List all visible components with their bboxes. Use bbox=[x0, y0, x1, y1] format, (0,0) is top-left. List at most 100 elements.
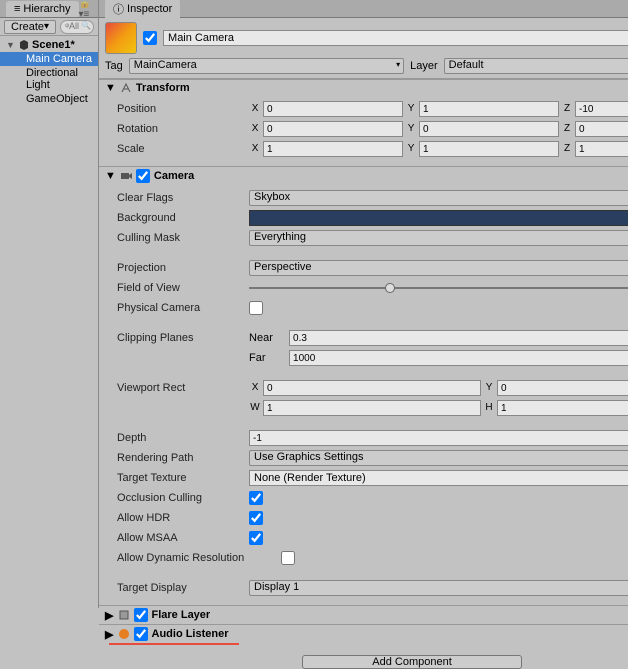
transform-icon bbox=[120, 82, 132, 94]
unity-icon bbox=[18, 39, 30, 51]
foldout-icon[interactable]: ▼ bbox=[105, 82, 116, 94]
viewport-h-input[interactable] bbox=[497, 400, 628, 416]
add-component-button[interactable]: Add Component bbox=[302, 655, 522, 669]
clipping-planes-label: Clipping Planes bbox=[117, 332, 245, 344]
target-display-label: Target Display bbox=[117, 582, 245, 594]
far-input[interactable] bbox=[289, 350, 628, 366]
occlusion-culling-label: Occlusion Culling bbox=[117, 492, 245, 504]
hierarchy-tab-bar: ≡ Hierarchy 🔒 ▾≡ bbox=[0, 0, 98, 18]
physical-camera-checkbox[interactable] bbox=[249, 301, 263, 315]
depth-label: Depth bbox=[117, 432, 245, 444]
allow-hdr-label: Allow HDR bbox=[117, 512, 245, 524]
hierarchy-item-gameobject[interactable]: GameObject bbox=[0, 92, 98, 106]
depth-input[interactable] bbox=[249, 430, 628, 446]
layer-label: Layer bbox=[410, 60, 438, 72]
allow-hdr-checkbox[interactable] bbox=[249, 511, 263, 525]
position-x-input[interactable] bbox=[263, 101, 403, 117]
flare-layer-enabled-checkbox[interactable] bbox=[134, 608, 148, 622]
hierarchy-item-main-camera[interactable]: Main Camera bbox=[0, 52, 98, 66]
hierarchy-panel: ≡ Hierarchy 🔒 ▾≡ Create ▾ ᵠAll ▼ Scene1*… bbox=[0, 0, 99, 608]
gameobject-icon[interactable] bbox=[105, 22, 137, 54]
clear-flags-label: Clear Flags bbox=[117, 192, 245, 204]
tag-label: Tag bbox=[105, 60, 123, 72]
scale-y-input[interactable] bbox=[419, 141, 559, 157]
foldout-icon[interactable]: ▼ bbox=[6, 40, 16, 50]
audio-listener-header[interactable]: ▶ Audio Listener 📖⚙ bbox=[99, 625, 628, 643]
foldout-icon[interactable]: ▶ bbox=[105, 609, 113, 622]
scene-name: Scene1* bbox=[32, 39, 75, 51]
occlusion-culling-checkbox[interactable] bbox=[249, 491, 263, 505]
audio-listener-component: ▶ Audio Listener 📖⚙ bbox=[99, 624, 628, 647]
fov-label: Field of View bbox=[117, 282, 245, 294]
highlight-underline bbox=[109, 643, 239, 645]
gameobject-header: Static ▾ Tag MainCamera Layer Default bbox=[99, 18, 628, 79]
tag-dropdown[interactable]: MainCamera bbox=[129, 58, 404, 74]
rotation-z-input[interactable] bbox=[575, 121, 628, 137]
inspector-tab-bar: ⓘ Inspector 🔒 ▾≡ bbox=[99, 0, 628, 18]
culling-mask-dropdown[interactable]: Everything bbox=[249, 230, 628, 246]
audio-listener-icon bbox=[118, 628, 130, 640]
near-label: Near bbox=[249, 332, 285, 344]
hierarchy-toolbar: Create ▾ ᵠAll bbox=[0, 18, 98, 36]
hierarchy-tab-label: Hierarchy bbox=[23, 3, 70, 15]
camera-component: ▼ Camera 📖⚙ Clear Flags Skybox Backgroun… bbox=[99, 166, 628, 605]
create-button[interactable]: Create ▾ bbox=[4, 20, 56, 34]
hierarchy-icon: ≡ bbox=[14, 3, 20, 15]
flare-layer-icon bbox=[118, 609, 130, 621]
near-input[interactable] bbox=[289, 330, 628, 346]
target-texture-label: Target Texture bbox=[117, 472, 245, 484]
foldout-icon[interactable]: ▼ bbox=[105, 170, 116, 182]
viewport-w-input[interactable] bbox=[263, 400, 481, 416]
hierarchy-item-directional-light[interactable]: Directional Light bbox=[0, 66, 98, 92]
position-label: Position bbox=[117, 103, 245, 115]
rotation-x-input[interactable] bbox=[263, 121, 403, 137]
camera-enabled-checkbox[interactable] bbox=[136, 169, 150, 183]
scale-label: Scale bbox=[117, 143, 245, 155]
projection-dropdown[interactable]: Perspective bbox=[249, 260, 628, 276]
physical-camera-label: Physical Camera bbox=[117, 302, 245, 314]
dynamic-resolution-label: Allow Dynamic Resolution bbox=[117, 552, 277, 564]
rendering-path-dropdown[interactable]: Use Graphics Settings bbox=[249, 450, 628, 466]
allow-msaa-label: Allow MSAA bbox=[117, 532, 245, 544]
hierarchy-tab[interactable]: ≡ Hierarchy bbox=[6, 1, 79, 17]
projection-label: Projection bbox=[117, 262, 245, 274]
audio-listener-enabled-checkbox[interactable] bbox=[134, 627, 148, 641]
scale-x-input[interactable] bbox=[263, 141, 403, 157]
camera-icon bbox=[120, 170, 132, 182]
clear-flags-dropdown[interactable]: Skybox bbox=[249, 190, 628, 206]
culling-mask-label: Culling Mask bbox=[117, 232, 245, 244]
dynamic-resolution-checkbox[interactable] bbox=[281, 551, 295, 565]
background-color-field[interactable] bbox=[249, 210, 628, 226]
position-z-input[interactable] bbox=[575, 101, 628, 117]
hierarchy-tree: ▼ Scene1* Main Camera Directional Light … bbox=[0, 36, 98, 608]
allow-msaa-checkbox[interactable] bbox=[249, 531, 263, 545]
transform-header[interactable]: ▼ Transform 📖⚙ bbox=[99, 80, 628, 96]
position-y-input[interactable] bbox=[419, 101, 559, 117]
layer-dropdown[interactable]: Default bbox=[444, 58, 628, 74]
fov-slider[interactable] bbox=[249, 287, 628, 289]
foldout-icon[interactable]: ▶ bbox=[105, 628, 113, 641]
gameobject-active-checkbox[interactable] bbox=[143, 31, 157, 45]
background-label: Background bbox=[117, 212, 245, 224]
inspector-tab[interactable]: ⓘ Inspector bbox=[105, 0, 180, 19]
rotation-y-input[interactable] bbox=[419, 121, 559, 137]
far-label: Far bbox=[249, 352, 285, 364]
inspector-panel: ⓘ Inspector 🔒 ▾≡ Static ▾ Tag MainCamera… bbox=[99, 0, 628, 608]
target-display-dropdown[interactable]: Display 1 bbox=[249, 580, 628, 596]
rotation-label: Rotation bbox=[117, 123, 245, 135]
inspector-tab-label: Inspector bbox=[127, 3, 172, 15]
viewport-x-input[interactable] bbox=[263, 380, 481, 396]
rendering-path-label: Rendering Path bbox=[117, 452, 245, 464]
camera-header[interactable]: ▼ Camera 📖⚙ bbox=[99, 167, 628, 185]
scale-z-input[interactable] bbox=[575, 141, 628, 157]
gameobject-name-input[interactable] bbox=[163, 30, 628, 46]
transform-component: ▼ Transform 📖⚙ Position X Y Z Rotation X… bbox=[99, 79, 628, 166]
info-icon: ⓘ bbox=[113, 1, 124, 17]
viewport-y-input[interactable] bbox=[497, 380, 628, 396]
hierarchy-scene-row[interactable]: ▼ Scene1* bbox=[0, 38, 98, 52]
hierarchy-search-input[interactable]: ᵠAll bbox=[60, 20, 94, 34]
viewport-rect-label: Viewport Rect bbox=[117, 382, 245, 394]
panel-lock-icon[interactable]: 🔒 ▾≡ bbox=[79, 0, 93, 20]
target-texture-field[interactable]: None (Render Texture) bbox=[249, 470, 628, 486]
flare-layer-header[interactable]: ▶ Flare Layer 📖⚙ bbox=[99, 606, 628, 624]
